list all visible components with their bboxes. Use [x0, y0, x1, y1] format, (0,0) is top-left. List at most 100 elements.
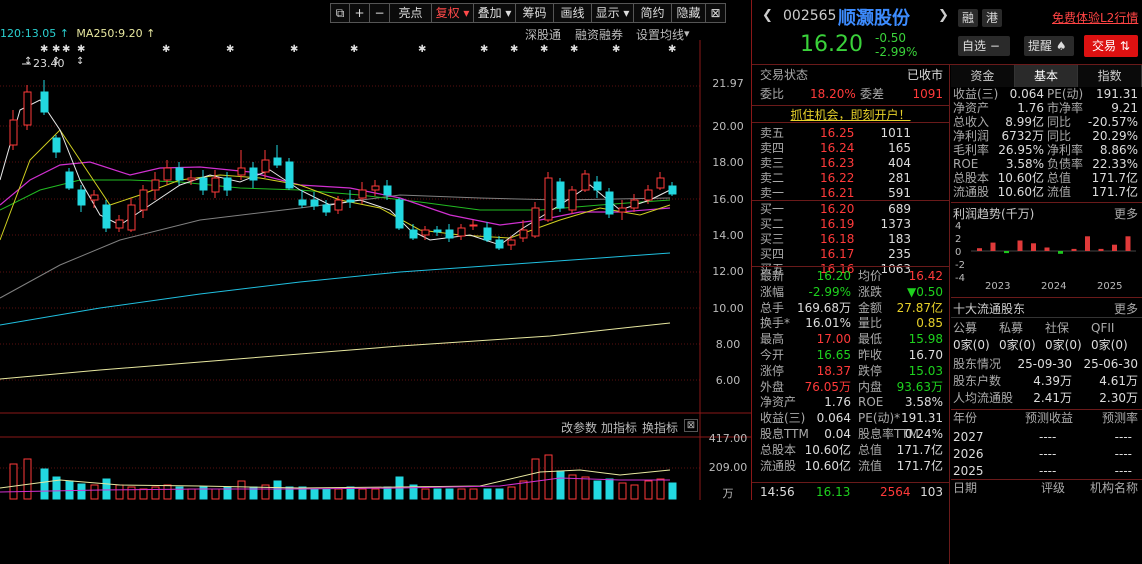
- event-marker-icon[interactable]: ✱: [570, 44, 578, 55]
- ask-price: 16.24: [820, 141, 855, 155]
- volume-bar: [102, 478, 111, 500]
- data-row: 收益(三) 0.064 PE(动)* 191.31: [752, 411, 949, 426]
- fin-label: ROE: [953, 157, 979, 171]
- overlay-dropdown[interactable]: 叠加 ▾: [474, 3, 516, 23]
- candle-body: [261, 159, 270, 173]
- vol-unit: 万: [722, 487, 734, 500]
- fin-label: 净利润: [953, 129, 990, 143]
- holder-category: 公募: [953, 321, 978, 335]
- kline-chart-area[interactable]: ⧉ + − 亮点 复权 ▾ 叠加 ▾ 筹码 画线 显示 ▾ 简约 隐藏 ⊠ 12…: [0, 0, 752, 500]
- close-icon[interactable]: ⊠: [706, 3, 726, 23]
- ask-volume: 1011: [880, 126, 911, 140]
- stock-name[interactable]: 顺灏股份: [838, 4, 910, 30]
- data-row: 2025 ---- ----: [951, 464, 1142, 479]
- candle-body: [151, 179, 160, 191]
- event-marker-icon[interactable]: ✱: [62, 44, 70, 55]
- fin-label: 同比: [1047, 115, 1072, 129]
- bid-volume: 183: [888, 232, 911, 246]
- bid-price: 16.17: [820, 247, 855, 261]
- candle-body: [581, 173, 590, 191]
- margin-badge[interactable]: 融: [958, 9, 979, 27]
- volume-bar: [483, 488, 492, 500]
- fin-value: 22.33%: [1092, 157, 1138, 171]
- event-marker-icon[interactable]: ↕: [76, 56, 84, 67]
- event-marker-icon[interactable]: ✱: [350, 44, 358, 55]
- chips-button[interactable]: 筹码: [516, 3, 554, 23]
- hide-button[interactable]: 隐藏: [672, 3, 706, 23]
- prev-icon[interactable]: ❮: [762, 8, 773, 23]
- candle-body: [618, 207, 627, 213]
- tab-funds[interactable]: 资金: [951, 65, 1015, 87]
- candle-body: [223, 177, 232, 191]
- copy-icon[interactable]: ⧉: [330, 3, 350, 23]
- tab-basic[interactable]: 基本: [1014, 65, 1079, 87]
- event-marker-icon[interactable]: ✱: [510, 44, 518, 55]
- forecast-rate: ----: [1114, 464, 1132, 478]
- next-icon[interactable]: ❯: [938, 8, 949, 23]
- zoom-in-button[interactable]: +: [350, 3, 370, 23]
- quote-value: 15.98: [908, 332, 943, 347]
- trade-button[interactable]: 交易 ⇅: [1084, 35, 1138, 57]
- tab-index[interactable]: 指数: [1078, 65, 1142, 87]
- add-watchlist-button[interactable]: 自选 −: [958, 36, 1010, 56]
- dropdown-arrow-icon: ▾: [619, 6, 630, 20]
- candle-body: [605, 191, 614, 215]
- candle-body: [656, 177, 665, 189]
- price-tick: 18.00: [712, 156, 744, 169]
- event-marker-icon[interactable]: ✱: [52, 44, 60, 55]
- event-marker-icon[interactable]: ✱: [77, 44, 85, 55]
- zoom-out-button[interactable]: −: [370, 3, 390, 23]
- change-params-button[interactable]: 改参数: [561, 419, 597, 436]
- event-marker-icon[interactable]: ↕: [24, 56, 32, 67]
- event-marker-icon[interactable]: ✱: [540, 44, 548, 55]
- quote-value: 27.87亿: [896, 300, 943, 315]
- event-marker-icon[interactable]: ✱: [612, 44, 620, 55]
- holders-more-link[interactable]: 更多: [1114, 300, 1138, 317]
- profit-more-link[interactable]: 更多: [1114, 205, 1138, 222]
- adjust-dropdown[interactable]: 复权 ▾: [432, 3, 474, 23]
- open-account-promo[interactable]: 抓住机会，即刻开户！: [752, 105, 949, 123]
- close-indicator-icon[interactable]: ⊠: [684, 419, 698, 432]
- ma250-value: MA250:9.20: [76, 27, 143, 40]
- quote-value: 16.42: [908, 269, 943, 283]
- quote-label: 跌停: [858, 363, 883, 378]
- data-row: 净资产 1.76 市净率 9.21: [951, 101, 1142, 116]
- remind-button[interactable]: 提醒 ♠: [1024, 36, 1074, 56]
- draw-line-button[interactable]: 画线: [554, 3, 592, 23]
- highlight-button[interactable]: 亮点: [390, 3, 432, 23]
- forecast-eps: ----: [1039, 464, 1057, 478]
- dropdown-arrow-icon: ▾: [459, 6, 470, 20]
- quote-label: 流通股: [760, 458, 797, 473]
- event-marker-icon[interactable]: ✱: [668, 44, 676, 55]
- data-row: 今开 16.65 昨收 16.70: [752, 348, 949, 363]
- event-marker-icon[interactable]: ✱: [226, 44, 234, 55]
- quote-label: ROE: [858, 395, 884, 410]
- fin-label: 总值: [1047, 171, 1072, 185]
- event-marker-icon[interactable]: ✱: [480, 44, 488, 55]
- candle-body: [52, 137, 61, 153]
- volume-bar: [9, 463, 18, 500]
- switch-indicator-button[interactable]: 换指标: [642, 419, 678, 436]
- event-marker-icon[interactable]: ✱: [162, 44, 170, 55]
- candle-body: [433, 229, 442, 233]
- profit-bar: [1112, 244, 1117, 251]
- candle-body: [519, 229, 528, 239]
- bid-volume: 1373: [880, 217, 911, 231]
- add-indicator-button[interactable]: 加指标: [601, 419, 637, 436]
- simple-button[interactable]: 简约: [634, 3, 672, 23]
- profit-bar: [1044, 247, 1050, 251]
- trade-arrows-icon: ⇅: [1116, 39, 1130, 53]
- holder-row-label: 股东户数: [953, 374, 1002, 388]
- event-marker-icon[interactable]: ✱: [418, 44, 426, 55]
- data-row: 最高 17.00 最低 15.98: [752, 332, 949, 347]
- candle-body: [409, 229, 418, 239]
- forecast-eps: ----: [1039, 447, 1057, 461]
- l2-trial-link[interactable]: 免费体验L2行情: [1052, 9, 1138, 26]
- event-marker-icon[interactable]: ✱: [290, 44, 298, 55]
- event-marker-icon[interactable]: ✱: [40, 44, 48, 55]
- data-row: 净资产 1.76 ROE 3.58%: [752, 395, 949, 410]
- hk-badge[interactable]: 港: [982, 9, 1003, 27]
- price-tick: 12.00: [712, 265, 744, 278]
- volume-bar: [211, 488, 220, 500]
- display-dropdown[interactable]: 显示 ▾: [592, 3, 634, 23]
